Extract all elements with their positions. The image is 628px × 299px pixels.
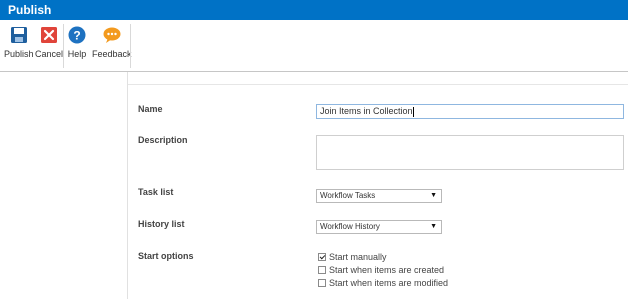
cancel-x-icon bbox=[39, 25, 59, 45]
cancel-button[interactable]: Cancel bbox=[35, 25, 63, 69]
task-list-selected: Workflow Tasks bbox=[320, 191, 376, 200]
chevron-down-icon: ▼ bbox=[430, 223, 437, 230]
save-disk-icon bbox=[9, 25, 29, 45]
feedback-button[interactable]: Feedback bbox=[92, 25, 132, 69]
start-modified-label: Start when items are modified bbox=[329, 278, 449, 288]
cancel-label: Cancel bbox=[35, 49, 64, 59]
start-created-label: Start when items are created bbox=[329, 265, 445, 275]
description-textarea[interactable] bbox=[316, 135, 624, 170]
start-modified-checkbox[interactable] bbox=[318, 279, 326, 287]
feedback-label: Feedback bbox=[92, 49, 132, 59]
name-input-value: Join Items in Collection bbox=[320, 106, 413, 116]
history-list-label: History list bbox=[138, 219, 185, 229]
ribbon-separator bbox=[63, 24, 64, 68]
ribbon-separator bbox=[130, 24, 131, 68]
svg-text:?: ? bbox=[73, 29, 80, 43]
name-input[interactable]: Join Items in Collection bbox=[316, 104, 624, 119]
ribbon-toolbar: Publish Cancel ? Help Feedback bbox=[0, 20, 628, 72]
start-manually-label: Start manually bbox=[329, 252, 387, 262]
publish-button[interactable]: Publish bbox=[4, 25, 34, 69]
task-list-label: Task list bbox=[138, 187, 174, 197]
history-list-selected: Workflow History bbox=[320, 222, 380, 231]
start-option-modified[interactable]: Start when items are modified bbox=[318, 278, 448, 288]
form-top-divider bbox=[128, 84, 628, 85]
start-created-checkbox[interactable] bbox=[318, 266, 326, 274]
start-option-created[interactable]: Start when items are created bbox=[318, 265, 444, 275]
chevron-down-icon: ▼ bbox=[430, 192, 437, 199]
help-button[interactable]: ? Help bbox=[67, 25, 87, 69]
left-navigation-pane bbox=[0, 72, 128, 299]
history-list-select[interactable]: Workflow History ▼ bbox=[316, 220, 442, 234]
description-label: Description bbox=[138, 135, 188, 145]
name-label: Name bbox=[138, 104, 163, 114]
start-manually-checkbox[interactable] bbox=[318, 253, 326, 261]
publish-label: Publish bbox=[4, 49, 34, 59]
window-title-bar: Publish bbox=[0, 0, 628, 20]
task-list-select[interactable]: Workflow Tasks ▼ bbox=[316, 189, 442, 203]
help-label: Help bbox=[67, 49, 87, 59]
window-title: Publish bbox=[8, 3, 52, 17]
feedback-speech-icon bbox=[102, 25, 122, 45]
start-option-manual[interactable]: Start manually bbox=[318, 252, 387, 262]
text-cursor bbox=[412, 106, 414, 117]
help-question-icon: ? bbox=[67, 25, 87, 45]
start-options-label: Start options bbox=[138, 251, 194, 261]
